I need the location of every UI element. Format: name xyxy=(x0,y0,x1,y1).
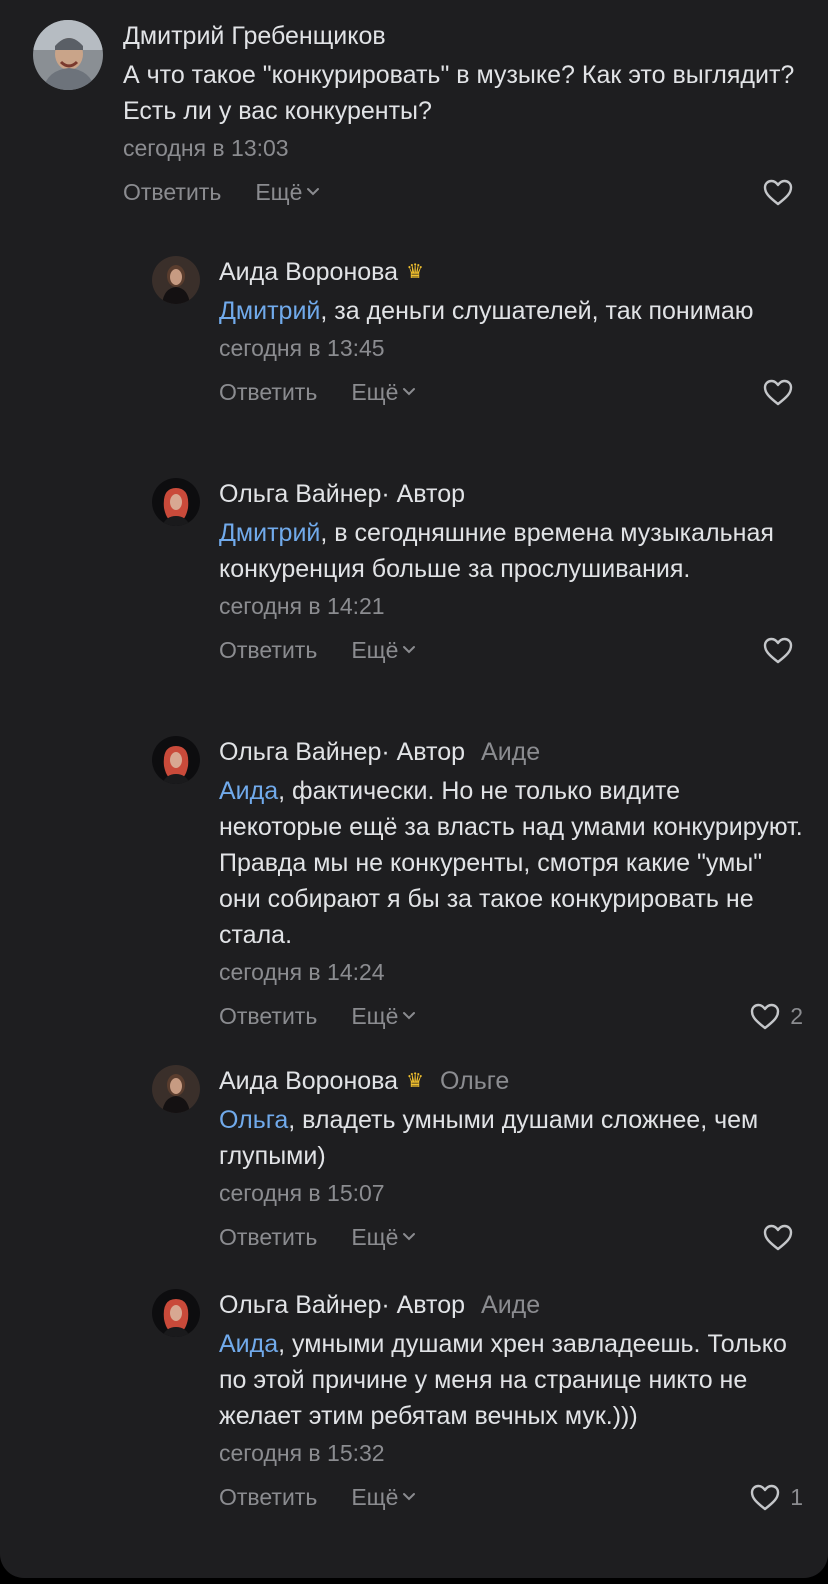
author-name[interactable]: Аида Воронова xyxy=(219,256,398,288)
reply-button[interactable]: Ответить xyxy=(219,1224,317,1251)
timestamp: сегодня в 13:45 xyxy=(219,335,385,361)
author-role: · Автор xyxy=(381,1291,466,1319)
comment-actions: Ответить Ещё 1 xyxy=(219,1482,803,1512)
comment-text-body: , владеть умными душами сложнее, чем глу… xyxy=(219,1106,759,1170)
heart-icon xyxy=(763,379,793,405)
more-button[interactable]: Ещё xyxy=(351,1003,416,1030)
crown-icon: ♛ xyxy=(406,1070,425,1092)
mention-link[interactable]: Ольга xyxy=(219,1106,288,1134)
reply-button[interactable]: Ответить xyxy=(219,379,317,406)
avatar[interactable] xyxy=(152,256,200,304)
comment-actions: Ответить Ещё xyxy=(219,377,803,407)
more-label: Ещё xyxy=(351,636,399,663)
author-name[interactable]: Дмитрий Гребенщиков xyxy=(123,20,386,52)
heart-icon xyxy=(751,1003,780,1029)
like-button[interactable]: 2 xyxy=(750,1001,803,1031)
more-button[interactable]: Ещё xyxy=(351,1484,416,1511)
more-label: Ещё xyxy=(351,1223,399,1250)
chevron-down-icon xyxy=(403,646,416,654)
avatar[interactable] xyxy=(152,736,200,784)
comment-text-body: , фактически. Но не только видите некото… xyxy=(219,777,803,949)
comment-text-body: , умными душами хрен завладеешь. Только … xyxy=(219,1330,787,1430)
timestamp: сегодня в 13:03 xyxy=(123,135,289,161)
comment-text: Аида, умными душами хрен завладеешь. Тол… xyxy=(219,1326,803,1434)
like-button[interactable] xyxy=(763,635,803,665)
mention-link[interactable]: Аида xyxy=(219,1330,278,1358)
comment-actions: Ответить Ещё xyxy=(123,177,803,207)
chevron-down-icon xyxy=(307,188,320,196)
like-count: 1 xyxy=(790,1483,803,1510)
comment-text: А что такое "конкурировать" в музыке? Ка… xyxy=(123,57,803,129)
author-role: · Автор xyxy=(381,480,466,508)
more-label: Ещё xyxy=(351,378,399,405)
avatar[interactable] xyxy=(152,1065,200,1113)
comment: Ольга Вайнер · Автор Аиде Аида, фактичес… xyxy=(152,736,803,1031)
like-button[interactable] xyxy=(763,1222,803,1252)
crown-icon: ♛ xyxy=(406,261,425,283)
author-name[interactable]: Ольга Вайнер xyxy=(219,478,381,510)
comment: Ольга Вайнер · Автор Дмитрий, в сегодняш… xyxy=(152,478,803,665)
author-name[interactable]: Ольга Вайнер xyxy=(219,736,381,768)
reply-to-label[interactable]: Ольге xyxy=(440,1065,509,1097)
comment-text: Ольга, владеть умными душами сложнее, че… xyxy=(219,1102,803,1174)
more-label: Ещё xyxy=(351,1483,399,1510)
mention-link[interactable]: Аида xyxy=(219,777,278,805)
more-button[interactable]: Ещё xyxy=(351,379,416,406)
more-button[interactable]: Ещё xyxy=(255,179,320,206)
author-name[interactable]: Аида Воронова xyxy=(219,1065,398,1097)
heart-icon xyxy=(763,637,793,663)
comment-text-body: , за деньги слушателей, так понимаю xyxy=(320,297,754,325)
comment-text: Дмитрий, в сегодняшние времена музыкальн… xyxy=(219,515,803,587)
comment-actions: Ответить Ещё 2 xyxy=(219,1001,803,1031)
mention-link[interactable]: Дмитрий xyxy=(219,297,320,325)
author-role: · Автор xyxy=(381,738,466,766)
chevron-down-icon xyxy=(403,388,416,396)
comment-text: Аида, фактически. Но не только видите не… xyxy=(219,773,803,953)
timestamp: сегодня в 15:07 xyxy=(219,1180,385,1206)
comment-text: Дмитрий, за деньги слушателей, так поним… xyxy=(219,293,803,329)
reply-button[interactable]: Ответить xyxy=(123,179,221,206)
chevron-down-icon xyxy=(403,1012,416,1020)
more-button[interactable]: Ещё xyxy=(351,1224,416,1251)
comments-sheet: Дмитрий Гребенщиков А что такое "конкури… xyxy=(0,0,828,1578)
heart-icon xyxy=(751,1484,780,1510)
timestamp: сегодня в 15:32 xyxy=(219,1440,385,1466)
heart-icon xyxy=(763,1224,793,1250)
reply-button[interactable]: Ответить xyxy=(219,1484,317,1511)
comment: Ольга Вайнер · Автор Аиде Аида, умными д… xyxy=(152,1289,803,1512)
avatar[interactable] xyxy=(33,20,103,90)
comment-actions: Ответить Ещё xyxy=(219,635,803,665)
reply-button[interactable]: Ответить xyxy=(219,637,317,664)
author-name[interactable]: Ольга Вайнер xyxy=(219,1289,381,1321)
avatar[interactable] xyxy=(152,478,200,526)
mention-link[interactable]: Дмитрий xyxy=(219,519,320,547)
avatar[interactable] xyxy=(152,1289,200,1337)
more-label: Ещё xyxy=(351,1002,399,1029)
more-button[interactable]: Ещё xyxy=(351,637,416,664)
chevron-down-icon xyxy=(403,1493,416,1501)
like-button[interactable] xyxy=(763,377,803,407)
comment-actions: Ответить Ещё xyxy=(219,1222,803,1252)
comment: Аида Воронова ♛ Дмитрий, за деньги слуша… xyxy=(152,256,803,407)
like-button[interactable] xyxy=(763,177,803,207)
timestamp: сегодня в 14:24 xyxy=(219,959,385,985)
comment-text-body: А что такое "конкурировать" в музыке? Ка… xyxy=(123,61,795,125)
more-label: Ещё xyxy=(255,178,303,205)
timestamp: сегодня в 14:21 xyxy=(219,593,385,619)
comment: Аида Воронова ♛ Ольге Ольга, владеть умн… xyxy=(152,1065,803,1252)
heart-icon xyxy=(763,179,793,205)
reply-to-label[interactable]: Аиде xyxy=(481,736,540,768)
reply-to-label[interactable]: Аиде xyxy=(481,1289,540,1321)
like-count: 2 xyxy=(790,1002,803,1029)
reply-button[interactable]: Ответить xyxy=(219,1003,317,1030)
comment: Дмитрий Гребенщиков А что такое "конкури… xyxy=(33,20,803,207)
like-button[interactable]: 1 xyxy=(750,1482,803,1512)
chevron-down-icon xyxy=(403,1233,416,1241)
